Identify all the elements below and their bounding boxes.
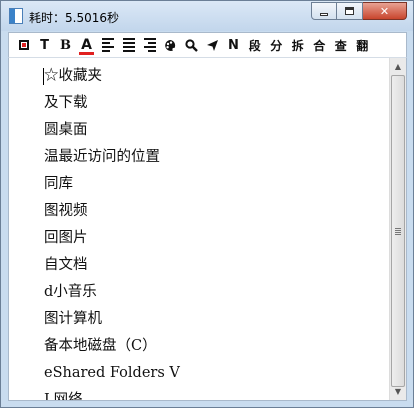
grip-icon	[395, 227, 401, 235]
break-button[interactable]: 拆	[287, 35, 309, 56]
list-item: 同库	[44, 176, 73, 192]
close-button[interactable]: ✕	[363, 2, 407, 20]
palette-button[interactable]	[160, 35, 181, 56]
paragraph-button[interactable]: 段	[244, 35, 266, 56]
list-item: 回图片	[44, 230, 88, 246]
font-color-button[interactable]: A	[76, 35, 97, 56]
app-window: 耗时：5.5016秒 ✕ T B A N 段 分 拆 合 查 翻 ☆收藏夹 及下…	[0, 0, 414, 408]
list-item: 及下载	[44, 95, 88, 111]
send-icon	[207, 39, 218, 51]
chevron-down-icon: ▼	[394, 387, 402, 396]
app-icon	[9, 8, 23, 24]
list-item: 图视频	[44, 203, 88, 219]
translate-button[interactable]: 翻	[352, 35, 374, 56]
n-button[interactable]: N	[223, 35, 244, 56]
maximize-icon	[345, 7, 354, 15]
list-item: d小音乐	[44, 284, 97, 300]
align-left-button[interactable]	[97, 35, 118, 56]
align-justify-button[interactable]	[118, 35, 139, 56]
list-item: ☆收藏夹	[44, 68, 102, 84]
frame-tool-button[interactable]	[13, 35, 34, 56]
bold-button[interactable]: B	[55, 35, 76, 56]
scroll-up-button[interactable]: ▲	[390, 58, 406, 75]
search-icon	[185, 38, 198, 52]
vertical-scrollbar[interactable]: ▲ ▼	[389, 58, 406, 400]
title-bar[interactable]: 耗时：5.5016秒 ✕	[1, 1, 413, 31]
list-item: 温最近访问的位置	[44, 149, 160, 165]
ocr-result-list: ☆收藏夹 及下载 圆桌面 温最近访问的位置 同库 图视频 回图片 自文档 d小音…	[44, 66, 180, 401]
palette-icon	[165, 39, 176, 51]
send-button[interactable]	[202, 35, 223, 56]
window-title: 耗时：5.5016秒	[29, 11, 119, 25]
align-right-button[interactable]	[139, 35, 160, 56]
list-item: 图计算机	[44, 311, 102, 327]
list-item: L网络	[44, 392, 83, 401]
font-color-icon: A	[79, 37, 94, 55]
scroll-down-button[interactable]: ▼	[390, 383, 406, 400]
toolbar: T B A N 段 分 拆 合 查 翻	[8, 32, 407, 57]
align-justify-icon	[122, 38, 135, 52]
list-item: 自文档	[44, 257, 88, 273]
align-right-icon	[143, 38, 156, 52]
list-item: 圆桌面	[44, 122, 88, 138]
maximize-button[interactable]	[337, 2, 363, 20]
caption-buttons: ✕	[311, 2, 407, 21]
search-button[interactable]	[181, 35, 202, 56]
split-button[interactable]: 分	[266, 35, 288, 56]
minimize-icon	[320, 12, 328, 16]
merge-button[interactable]: 合	[309, 35, 331, 56]
align-left-icon	[101, 38, 114, 52]
minimize-button[interactable]	[311, 2, 337, 20]
lookup-button[interactable]: 查	[330, 35, 352, 56]
scrollbar-thumb[interactable]	[391, 75, 405, 387]
list-item: 备本地磁盘（C）	[44, 338, 157, 354]
frame-icon	[18, 40, 29, 50]
close-icon: ✕	[379, 4, 390, 18]
chevron-up-icon: ▲	[394, 62, 402, 71]
text-tool-button[interactable]: T	[34, 35, 55, 56]
text-area[interactable]: ☆收藏夹 及下载 圆桌面 温最近访问的位置 同库 图视频 回图片 自文档 d小音…	[8, 57, 407, 401]
list-item: eShared Folders V	[44, 365, 180, 381]
